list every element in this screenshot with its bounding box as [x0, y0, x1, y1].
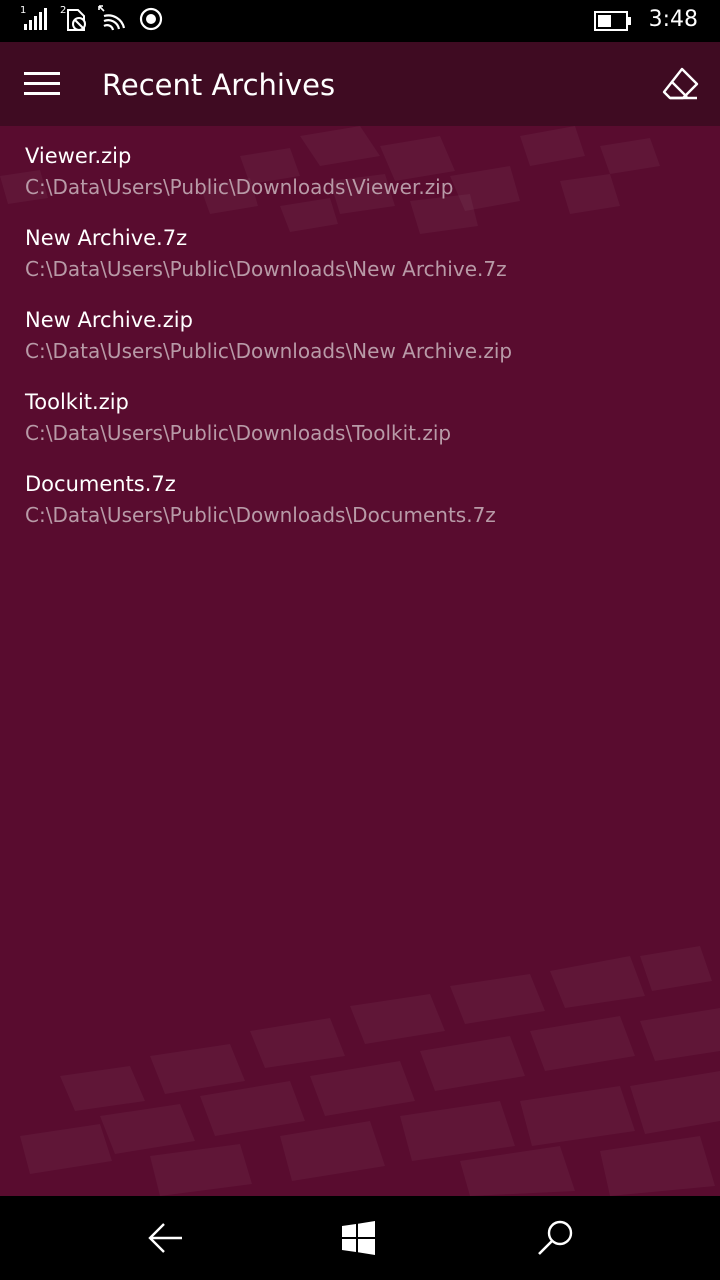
app-header: Recent Archives [0, 42, 720, 126]
clear-history-button[interactable] [660, 64, 700, 104]
content-area: Viewer.zip C:\Data\Users\Public\Download… [0, 126, 720, 1196]
search-button[interactable] [532, 1214, 580, 1262]
hamburger-menu-button[interactable] [24, 72, 60, 96]
windows-start-icon [342, 1221, 375, 1255]
archive-item[interactable]: Documents.7z C:\Data\Users\Public\Downlo… [0, 454, 720, 536]
archive-item[interactable]: New Archive.7z C:\Data\Users\Public\Down… [0, 208, 720, 290]
archive-path: C:\Data\Users\Public\Downloads\Toolkit.z… [25, 421, 452, 445]
sim2-no-signal-icon: 2 [60, 4, 88, 36]
page-title: Recent Archives [102, 68, 336, 102]
sim1-label: 1 [20, 5, 26, 16]
back-button[interactable] [140, 1214, 188, 1262]
archive-path: C:\Data\Users\Public\Downloads\New Archi… [25, 339, 513, 363]
archive-name: Viewer.zip [25, 144, 132, 168]
archive-name: Toolkit.zip [25, 390, 129, 414]
phone-screen: 1 2 3:48 Recent Archives Viewer.zip C:\D… [0, 0, 720, 1280]
archive-item[interactable]: Viewer.zip C:\Data\Users\Public\Download… [0, 126, 720, 208]
search-icon [538, 1220, 573, 1255]
archive-list: Viewer.zip C:\Data\Users\Public\Download… [0, 126, 720, 536]
back-arrow-icon [148, 1223, 182, 1253]
sim2-label: 2 [60, 5, 66, 16]
eraser-icon [662, 67, 699, 100]
start-button[interactable] [334, 1214, 382, 1262]
archive-path: C:\Data\Users\Public\Downloads\New Archi… [25, 257, 507, 281]
navigation-bar [0, 1196, 720, 1280]
signal-icon: 1 [20, 4, 48, 36]
location-icon [138, 4, 166, 36]
hamburger-icon [24, 72, 60, 75]
archive-item[interactable]: Toolkit.zip C:\Data\Users\Public\Downloa… [0, 372, 720, 454]
archive-path: C:\Data\Users\Public\Downloads\Documents… [25, 503, 496, 527]
archive-item[interactable]: New Archive.zip C:\Data\Users\Public\Dow… [0, 290, 720, 372]
clock: 3:48 [648, 7, 698, 32]
archive-name: Documents.7z [25, 472, 176, 496]
wifi-icon [98, 4, 126, 36]
battery-icon [594, 10, 632, 36]
archive-name: New Archive.7z [25, 226, 188, 250]
status-bar: 1 2 3:48 [0, 0, 720, 42]
archive-path: C:\Data\Users\Public\Downloads\Viewer.zi… [25, 175, 454, 199]
archive-name: New Archive.zip [25, 308, 193, 332]
